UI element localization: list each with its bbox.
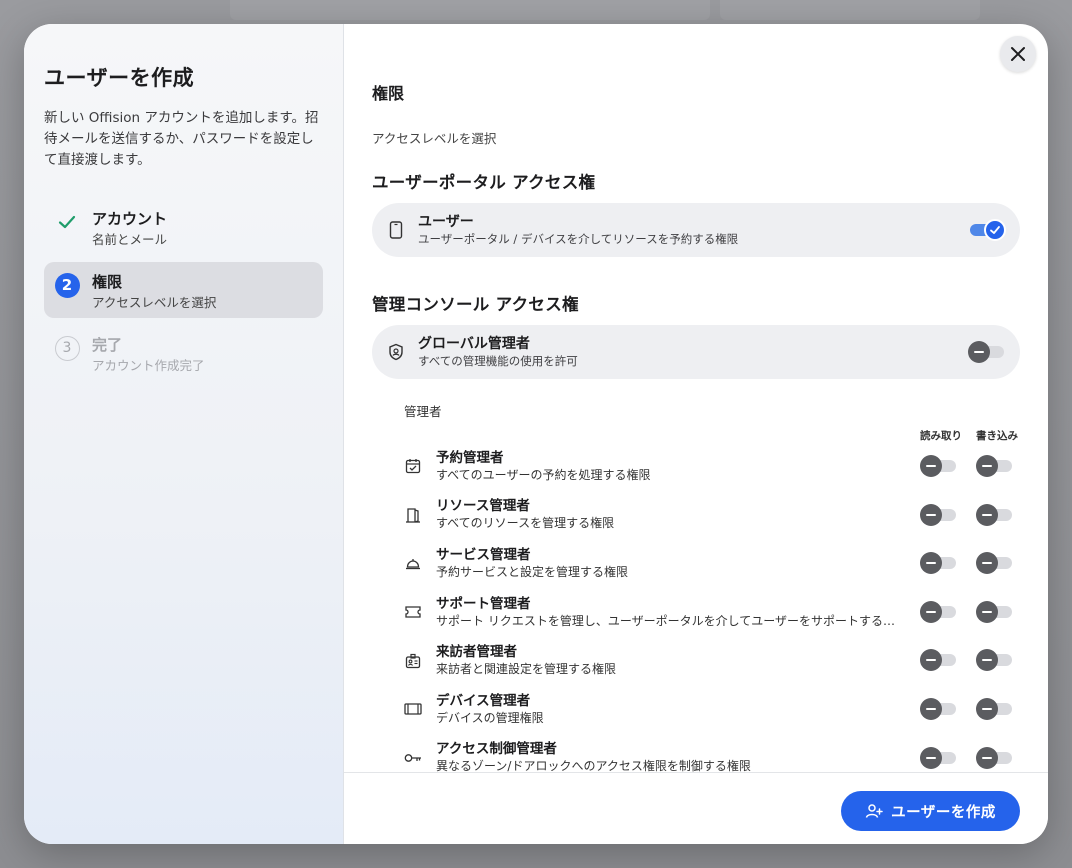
read-toggle[interactable] (920, 455, 958, 477)
role-title: アクセス制御管理者 (436, 741, 557, 758)
step-number: 3 (54, 335, 80, 361)
calendar-check-icon (404, 457, 422, 475)
service-bell-icon (404, 554, 422, 572)
role-title: 来訪者管理者 (436, 644, 517, 661)
read-toggle[interactable] (920, 503, 958, 526)
create-user-label: ユーザーを作成 (891, 804, 996, 821)
dialog-description: 新しい Offision アカウントを追加します。招待メールを送信するか、パスワ… (44, 110, 319, 168)
read-toggle[interactable] (920, 697, 958, 720)
permissions-panel: 権限 アクセスレベルを選択 ユーザーポータル アクセス権 ユーザー ユーザーポー… (344, 24, 1048, 844)
step-complete: 3 完了 アカウント作成完了 (44, 325, 323, 381)
dialog-footer: ユーザーを作成 (344, 772, 1048, 844)
read-toggle[interactable] (920, 600, 958, 623)
check-icon (54, 209, 80, 235)
step-title: アカウント (92, 210, 168, 228)
role-description: 異なるゾーン/ドアロックへのアクセス権限を制御する権限 (436, 759, 751, 772)
write-toggle[interactable] (976, 503, 1014, 526)
background-tab (230, 0, 710, 20)
read-toggle[interactable] (920, 552, 958, 575)
section-subtitle: アクセスレベルを選択 (372, 131, 497, 146)
create-user-dialog: ユーザーを作成 新しい Offision アカウントを追加します。招待メールを送… (24, 24, 1048, 844)
write-toggle[interactable] (976, 697, 1014, 720)
user-access-description: ユーザーポータル / デバイスを介してリソースを予約する権限 (418, 232, 739, 246)
admin-role-row: サポート管理者 サポート リクエストを管理し、ユーザーポータルを介してユーザーを… (404, 588, 1020, 637)
shield-icon (388, 342, 404, 362)
read-toggle[interactable] (920, 649, 958, 672)
column-read-header: 読み取り (920, 430, 962, 442)
read-toggle[interactable] (920, 746, 958, 769)
column-write-header: 書き込み (976, 430, 1018, 442)
role-description: サポート リクエストを管理し、ユーザーポータルを介してユーザーをサポートする権限 (436, 613, 896, 628)
add-user-icon (865, 804, 883, 818)
role-title: 予約管理者 (436, 449, 504, 466)
ticket-icon (404, 603, 422, 621)
step-title: 権限 (92, 273, 123, 291)
step-permissions[interactable]: 2 権限 アクセスレベルを選択 (44, 262, 323, 318)
permissions-scroll-area[interactable]: 権限 アクセスレベルを選択 ユーザーポータル アクセス権 ユーザー ユーザーポー… (344, 24, 1048, 772)
role-title: サービス管理者 (436, 546, 531, 563)
global-admin-title: グローバル管理者 (418, 336, 530, 352)
wizard-sidebar: ユーザーを作成 新しい Offision アカウントを追加します。招待メールを送… (24, 24, 344, 844)
admins-label: 管理者 (404, 404, 442, 419)
device-icon (404, 700, 422, 718)
close-icon (1011, 47, 1025, 61)
admin-role-row: サービス管理者 予約サービスと設定を管理する権限 (404, 539, 1020, 588)
phone-icon (388, 220, 404, 240)
global-admin-toggle[interactable] (968, 341, 1006, 363)
role-title: サポート管理者 (436, 595, 531, 612)
admin-role-row: デバイス管理者 デバイスの管理権限 (404, 685, 1020, 734)
role-title: リソース管理者 (436, 498, 530, 515)
user-access-toggle[interactable] (968, 219, 1006, 241)
global-admin-description: すべての管理機能の使用を許可 (418, 354, 578, 368)
step-subtitle: 名前とメール (92, 232, 168, 247)
step-account[interactable]: アカウント 名前とメール (44, 199, 323, 255)
section-title: 権限 (372, 84, 405, 103)
write-toggle[interactable] (976, 649, 1014, 672)
admin-role-row: アクセス制御管理者 異なるゾーン/ドアロックへのアクセス権限を制御する権限 (404, 734, 1020, 772)
background-tab (720, 0, 980, 20)
visitor-badge-icon (404, 652, 422, 670)
write-toggle[interactable] (976, 455, 1014, 477)
admin-role-row: 来訪者管理者 来訪者と関連設定を管理する権限 (404, 636, 1020, 685)
write-toggle[interactable] (976, 600, 1014, 623)
write-toggle[interactable] (976, 552, 1014, 575)
user-portal-heading: ユーザーポータル アクセス権 (372, 173, 596, 192)
role-description: 予約サービスと設定を管理する権限 (436, 564, 629, 579)
step-subtitle: アクセスレベルを選択 (92, 295, 217, 310)
close-button[interactable] (1000, 36, 1036, 72)
admin-role-row: リソース管理者 すべてのリソースを管理する権限 (404, 491, 1020, 540)
step-number: 2 (54, 272, 80, 298)
user-access-title: ユーザー (418, 214, 474, 230)
role-title: デバイス管理者 (436, 692, 531, 709)
role-description: 来訪者と関連設定を管理する権限 (436, 662, 617, 677)
admin-role-row: 予約管理者 すべてのユーザーの予約を処理する権限 (404, 442, 1020, 491)
key-icon (404, 749, 422, 767)
create-user-button[interactable]: ユーザーを作成 (841, 791, 1020, 831)
door-icon (404, 506, 422, 524)
write-toggle[interactable] (976, 746, 1014, 769)
role-description: すべてのユーザーの予約を処理する権限 (436, 467, 651, 482)
dialog-title: ユーザーを作成 (44, 66, 195, 90)
checkmark-icon (990, 226, 1000, 234)
admin-roles-list: 予約管理者 すべてのユーザーの予約を処理する権限 リソース管理者 すべてのリソー… (404, 442, 1020, 772)
user-access-row: ユーザー ユーザーポータル / デバイスを介してリソースを予約する権限 (372, 203, 1020, 257)
global-admin-row: グローバル管理者 すべての管理機能の使用を許可 (372, 325, 1020, 379)
step-title: 完了 (92, 336, 123, 354)
step-subtitle: アカウント作成完了 (92, 358, 205, 373)
role-description: すべてのリソースを管理する権限 (436, 516, 615, 531)
role-description: デバイスの管理権限 (436, 710, 544, 725)
admin-console-heading: 管理コンソール アクセス権 (372, 295, 579, 314)
